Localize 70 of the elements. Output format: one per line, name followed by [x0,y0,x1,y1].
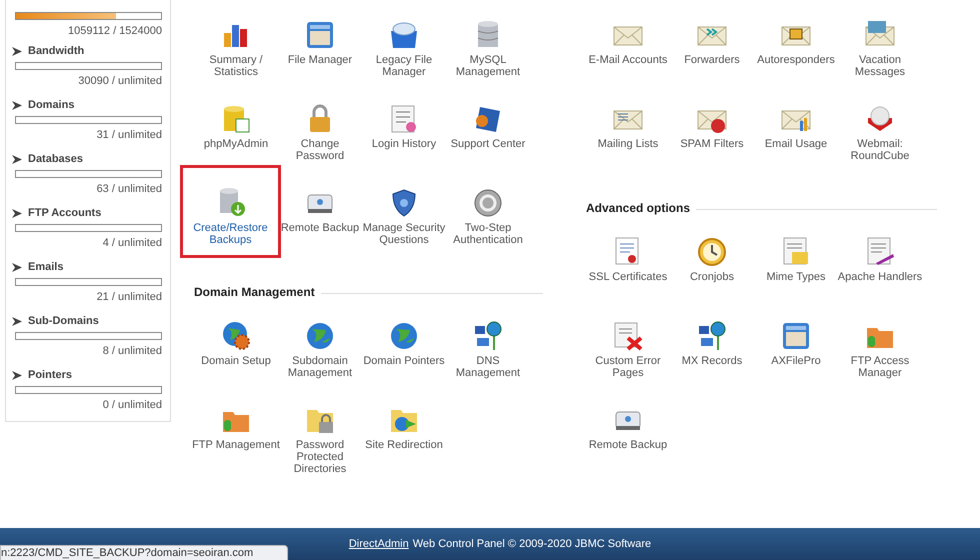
feature-link[interactable]: Manage Security Questions [362,183,446,267]
arrow-icon [12,208,22,218]
footer-link[interactable]: DirectAdmin [348,538,409,550]
globe-gear-icon [220,320,252,352]
arrow-icon [12,154,22,164]
usage-reading: 31 / unlimited [96,129,162,141]
drawer-icon [304,19,336,51]
status-url: n:2223/CMD_SITE_BACKUP?domain=seoiran.com [0,545,288,560]
feature-link[interactable]: File Manager [278,15,362,99]
feature-link[interactable]: Domain Setup [194,316,278,400]
usage-reading: 30090 / unlimited [78,75,162,87]
feature-link[interactable]: Apache Handlers [838,232,922,316]
section-heading: Advanced options [586,200,690,214]
feature-link[interactable]: Subdomain Management [278,316,362,400]
feature-link[interactable]: Change Password [278,99,362,183]
feature-link[interactable]: Custom Error Pages [586,316,670,400]
arrow-icon [12,370,22,380]
usage-reading: 8 / unlimited [102,345,162,357]
stat-label: FTP Accounts [28,207,102,219]
network-globe-icon [696,320,728,352]
feature-link[interactable]: Domain Pointers [362,316,446,400]
feature-link[interactable]: Summary / Statistics [194,15,278,99]
feature-link[interactable]: MySQL Management [446,15,530,99]
feature-link[interactable]: Email Usage [754,99,838,183]
globe-icon [304,320,336,352]
feature-link[interactable]: Cronjobs [670,232,754,316]
stat-label: Bandwidth [28,45,84,57]
feature-link[interactable]: Login History [362,99,446,183]
dial-icon [472,187,504,219]
globe-icon [388,320,420,352]
usage-reading: 63 / unlimited [96,183,162,195]
feature-link[interactable]: Site Redirection [362,400,446,484]
usage-reading: 21 / unlimited [96,291,162,303]
feature-link[interactable]: Mailing Lists [586,99,670,183]
section-heading: Domain Management [194,284,315,298]
feature-link[interactable]: SSL Certificates [586,232,670,316]
drawer-icon [780,320,812,352]
stat-label: Emails [28,261,64,273]
feature-link[interactable]: MX Records [670,316,754,400]
feature-link[interactable]: Vacation Messages [838,15,922,99]
feature-link[interactable]: SPAM Filters [670,99,754,183]
usage-reading: 1059112 / 1524000 [68,25,162,37]
feature-link[interactable]: FTP Access Manager [838,316,922,400]
feature-link[interactable]: Remote Backup [278,183,362,267]
arrow-icon [12,262,22,272]
arrow-icon [12,100,22,110]
feature-link[interactable]: Autoresponders [754,15,838,99]
stat-label: Domains [28,99,74,111]
feature-link[interactable]: Webmail: RoundCube [838,99,922,183]
footer-text: Web Control Panel © 2009-2020 JBMC Software [412,538,652,550]
arrow-icon [12,316,22,326]
stat-label: Databases [28,153,84,165]
feature-link[interactable]: Mime Types [754,232,838,316]
stat-label: Sub-Domains [28,315,99,327]
usage-reading: 0 / unlimited [102,399,162,411]
feature-link[interactable]: Remote Backup [586,400,670,484]
feature-link[interactable]: Forwarders [670,15,754,99]
feature-link[interactable]: Legacy File Manager [362,15,446,99]
feature-link[interactable]: DNS Management [446,316,530,400]
network-globe-icon [472,320,504,352]
arrow-icon [12,46,22,56]
feature-link[interactable]: Support Center [446,99,530,183]
feature-link[interactable]: FTP Management [194,400,278,484]
stat-label: Pointers [28,369,72,381]
feature-link[interactable]: E-Mail Accounts [586,15,670,99]
usage-reading: 4 / unlimited [102,237,162,249]
feature-link[interactable]: AXFilePro [754,316,838,400]
clock-icon [696,236,728,268]
feature-link[interactable]: Two-Step Authentication [446,183,530,267]
page-error-icon [612,320,644,352]
